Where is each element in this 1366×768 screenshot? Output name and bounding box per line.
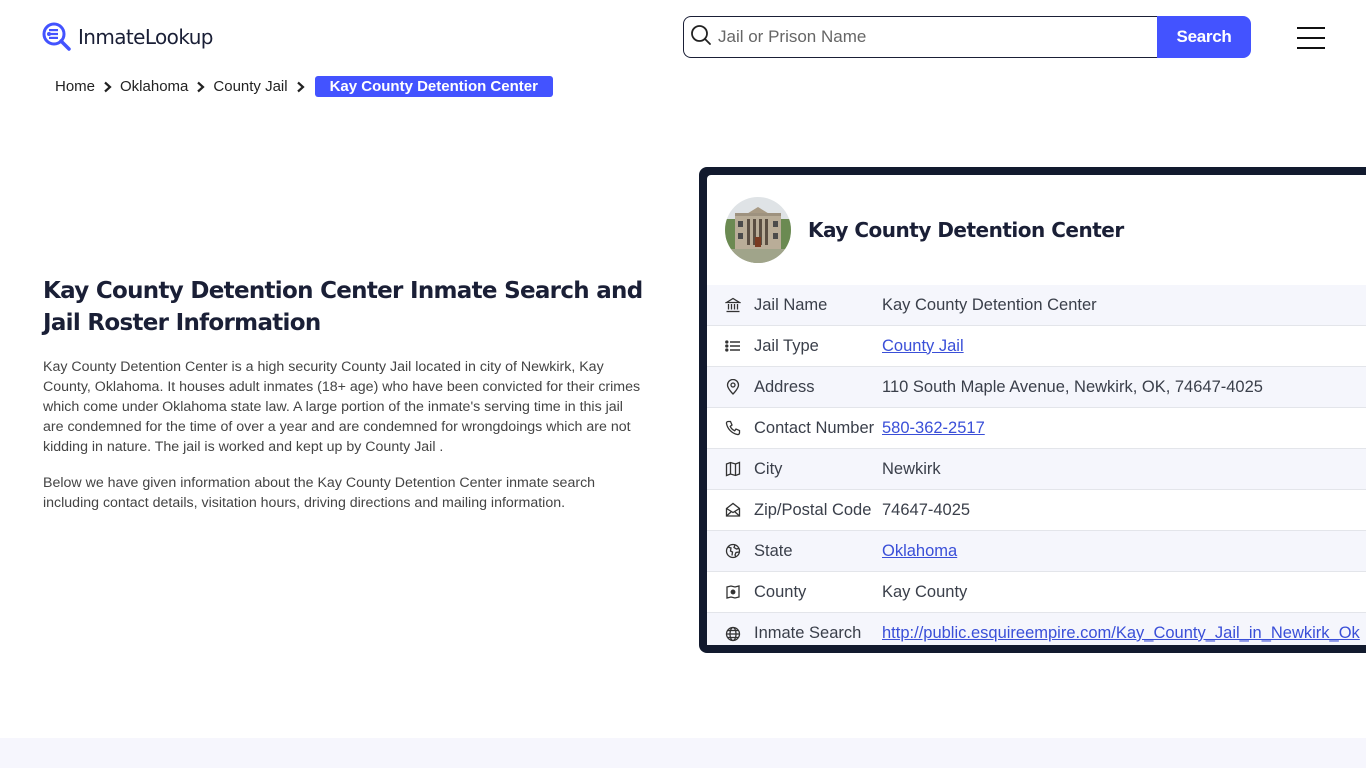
detail-label: Jail Name — [754, 295, 828, 314]
chevron-right-icon — [103, 81, 112, 93]
detail-row-address: Address 110 South Maple Avenue, Newkirk,… — [707, 367, 1366, 408]
logo-magnifier-icon — [42, 22, 72, 52]
search-form: Search — [683, 16, 1251, 58]
logo-text: InmateLookup — [78, 25, 213, 49]
detail-label: Contact Number — [754, 418, 875, 437]
hamburger-menu-icon[interactable] — [1297, 27, 1325, 49]
detail-value: 110 South Maple Avenue, Newkirk, OK, 746… — [882, 377, 1263, 396]
list-icon — [724, 337, 742, 355]
search-input[interactable] — [718, 27, 1157, 47]
state-link[interactable]: Oklahoma — [882, 542, 957, 561]
globe-region-icon — [724, 542, 742, 560]
detail-row-city: City Newkirk — [707, 449, 1366, 490]
detail-value: Kay County — [882, 582, 968, 601]
footer-band — [0, 738, 1366, 768]
detail-value: Newkirk — [882, 459, 941, 478]
detail-value: 74647-4025 — [882, 500, 971, 519]
detail-label: County — [754, 582, 807, 601]
intro-section: Kay County Detention Center Inmate Searc… — [43, 275, 643, 513]
search-field[interactable] — [683, 16, 1157, 58]
jail-type-link[interactable]: County Jail — [882, 337, 964, 356]
map-pin-icon — [724, 378, 742, 396]
phone-icon — [724, 419, 742, 437]
detail-row-inmate-search: Inmate Search http://public.esquireempir… — [707, 613, 1366, 645]
breadcrumb-county-jail[interactable]: County Jail — [213, 78, 287, 95]
phone-link[interactable]: 580-362-2517 — [882, 419, 985, 438]
intro-paragraph: Kay County Detention Center is a high se… — [43, 359, 641, 455]
map-icon — [724, 460, 742, 478]
chevron-right-icon — [196, 81, 206, 93]
detail-row-county: County Kay County — [707, 572, 1366, 613]
detail-label: Inmate Search — [754, 624, 862, 642]
county-map-icon — [724, 583, 742, 601]
detail-row-jail-type: Jail Type County Jail — [707, 326, 1366, 367]
site-logo[interactable]: InmateLookup — [42, 22, 213, 52]
mail-open-icon — [724, 501, 742, 519]
card-title: Kay County Detention Center — [808, 218, 1124, 242]
detail-label: City — [754, 459, 783, 478]
breadcrumb-home[interactable]: Home — [55, 78, 95, 95]
search-icon — [690, 24, 712, 51]
bank-icon — [724, 296, 742, 314]
breadcrumb-oklahoma[interactable]: Oklahoma — [120, 78, 188, 95]
facility-info-card: Kay County Detention Center Jail Name Ka… — [699, 167, 1366, 653]
detail-label: Jail Type — [754, 336, 819, 355]
globe-icon — [724, 625, 742, 643]
detail-row-state: State Oklahoma — [707, 531, 1366, 572]
breadcrumb: Home Oklahoma County Jail Kay County Det… — [55, 76, 553, 97]
detail-row-contact-number: Contact Number 580-362-2517 — [707, 408, 1366, 449]
facility-details-table: Jail Name Kay County Detention Center Ja… — [707, 285, 1366, 645]
detail-row-zip: Zip/Postal Code 74647-4025 — [707, 490, 1366, 531]
detail-value: Kay County Detention Center — [882, 295, 1097, 314]
card-header: Kay County Detention Center — [707, 175, 1366, 285]
page-title: Kay County Detention Center Inmate Searc… — [43, 278, 643, 336]
detail-row-jail-name: Jail Name Kay County Detention Center — [707, 285, 1366, 326]
detail-label: State — [754, 541, 793, 560]
search-button[interactable]: Search — [1157, 16, 1251, 58]
inmate-search-link[interactable]: http://public.esquireempire.com/Kay_Coun… — [882, 624, 1360, 643]
intro-paragraph: Below we have given information about th… — [43, 475, 596, 511]
chevron-right-icon — [296, 81, 305, 93]
detail-label: Zip/Postal Code — [754, 500, 872, 519]
breadcrumb-current: Kay County Detention Center — [314, 76, 553, 97]
detail-label: Address — [754, 377, 815, 396]
facility-photo — [725, 197, 791, 263]
